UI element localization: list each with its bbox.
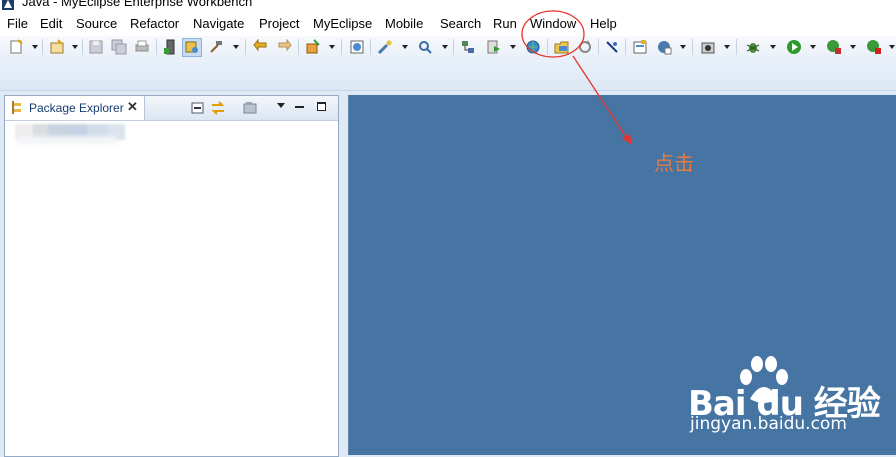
run-wizard-dropdown-arrow[interactable] [402, 45, 408, 49]
refresh-icon[interactable] [577, 39, 593, 55]
menu-edit[interactable]: Edit [40, 16, 62, 31]
menu-run[interactable]: Run [493, 16, 517, 31]
menu-file[interactable]: File [7, 16, 28, 31]
package-explorer-tab-label: Package Explorer [29, 101, 124, 115]
view-menu-chevron-down-icon[interactable] [277, 103, 285, 108]
new-file-icon[interactable] [8, 39, 24, 55]
run-server-dropdown-arrow[interactable] [510, 45, 516, 49]
run-dropdown-arrow[interactable] [810, 45, 816, 49]
toolbar-separator [370, 39, 371, 55]
debug-bug-icon[interactable] [745, 39, 761, 55]
menu-source[interactable]: Source [76, 16, 117, 31]
menu-help[interactable]: Help [590, 16, 617, 31]
package-explorer-view: Package Explorer ✕ [4, 95, 339, 457]
filters-icon[interactable] [243, 101, 257, 115]
toolbar-separator [42, 39, 43, 55]
blurred-project-tree-shadow [17, 136, 117, 144]
watermark-url-text: jingyan.baidu.com [690, 414, 847, 434]
toolbar-separator [453, 39, 454, 55]
menu-bar: File Edit Source Refactor Navigate Proje… [0, 12, 896, 36]
open-type-dropdown-arrow[interactable] [329, 45, 335, 49]
menu-window[interactable]: Window [530, 16, 576, 31]
camera-icon[interactable] [700, 39, 716, 55]
search-tool-dropdown-arrow[interactable] [442, 45, 448, 49]
print-icon[interactable] [134, 39, 150, 55]
menu-refactor[interactable]: Refactor [130, 16, 179, 31]
server-dropdown-arrow[interactable] [889, 45, 895, 49]
package-explorer-header: Package Explorer ✕ [5, 96, 338, 121]
deploy-icon[interactable] [162, 39, 178, 55]
web-deploy-dropdown-arrow[interactable] [680, 45, 686, 49]
save-icon[interactable] [88, 39, 104, 55]
menu-navigate[interactable]: Navigate [193, 16, 244, 31]
maximize-icon[interactable] [317, 102, 326, 111]
new-project-icon[interactable] [49, 39, 65, 55]
open-type-icon[interactable] [305, 39, 321, 55]
menu-myeclipse[interactable]: MyEclipse [313, 16, 372, 31]
menu-search[interactable]: Search [440, 16, 481, 31]
link-with-editor-icon[interactable] [211, 101, 225, 115]
deploy-server-icon[interactable] [184, 39, 200, 55]
myeclipse-app-icon [2, 0, 14, 10]
main-toolbar [0, 36, 896, 58]
properties-icon[interactable] [632, 39, 648, 55]
toolbar-separator [82, 39, 83, 55]
search-tool-icon[interactable] [417, 39, 433, 55]
toolbar-separator [598, 39, 599, 55]
toolbar-separator [156, 39, 157, 55]
collapse-all-icon[interactable] [191, 101, 205, 115]
build-dropdown-arrow[interactable] [233, 45, 239, 49]
toolbar-separator [692, 39, 693, 55]
forward-arrow-icon[interactable] [276, 39, 292, 55]
new-project-dropdown-arrow[interactable] [72, 45, 78, 49]
toolbar-separator [298, 39, 299, 55]
debug-dropdown-arrow[interactable] [770, 45, 776, 49]
run-play-icon[interactable] [786, 39, 802, 55]
toolbar-separator [625, 39, 626, 55]
run-server-icon[interactable] [486, 39, 502, 55]
run-wizard-icon[interactable] [377, 39, 393, 55]
run-external-dropdown-arrow[interactable] [850, 45, 856, 49]
toolbar-separator [736, 39, 737, 55]
menu-mobile[interactable]: Mobile [385, 16, 423, 31]
globe-icon[interactable] [525, 39, 541, 55]
camera-dropdown-arrow[interactable] [724, 45, 730, 49]
menu-project[interactable]: Project [259, 16, 299, 31]
annotation-click-label: 点击 [654, 151, 694, 175]
run-external-icon[interactable] [826, 39, 842, 55]
new-dropdown-arrow[interactable] [32, 45, 38, 49]
minimize-icon[interactable] [295, 106, 304, 108]
hierarchy-icon[interactable] [460, 39, 476, 55]
toolbar-separator [245, 39, 246, 55]
window-title-bar: Java - MyEclipse Enterprise Workbench [0, 0, 896, 12]
save-all-icon[interactable] [111, 39, 127, 55]
web-deploy-icon[interactable] [656, 39, 672, 55]
close-icon[interactable]: ✕ [127, 99, 138, 115]
tab-package-explorer[interactable]: Package Explorer ✕ [5, 96, 145, 120]
server-stop-icon[interactable] [866, 39, 882, 55]
back-arrow-icon[interactable] [253, 39, 269, 55]
toolbar-separator [341, 39, 342, 55]
toolbar-separator [547, 39, 548, 55]
package-explorer-icon [12, 101, 21, 114]
web-browser-icon[interactable] [349, 39, 365, 55]
hammer-build-icon[interactable] [208, 39, 224, 55]
window-title: Java - MyEclipse Enterprise Workbench [22, 0, 253, 9]
pin-icon[interactable] [604, 39, 620, 55]
open-folder-icon[interactable] [554, 39, 570, 55]
perspective-strip [0, 58, 896, 91]
